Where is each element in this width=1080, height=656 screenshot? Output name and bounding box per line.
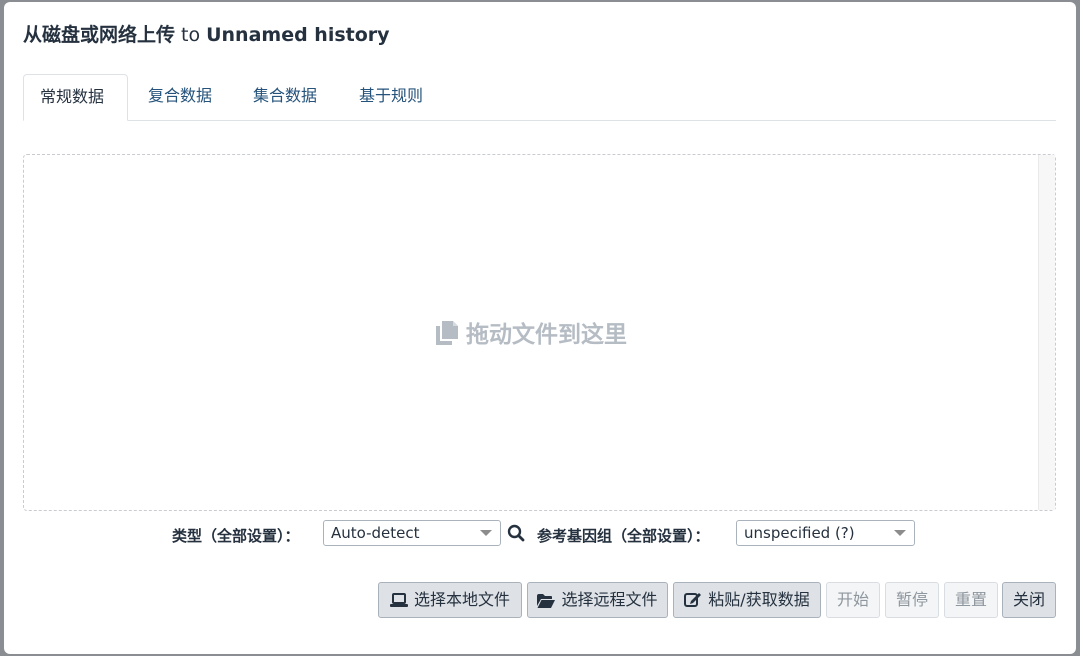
tab-regular[interactable]: 常规数据 — [23, 74, 128, 121]
type-select-value: Auto-detect — [331, 524, 420, 542]
upload-dialog: 从磁盘或网络上传 to Unnamed history 常规数据 复合数据 集合数据… — [4, 2, 1076, 654]
start-button[interactable]: 开始 — [826, 582, 880, 618]
chevron-down-icon — [894, 530, 906, 536]
choose-remote-file-button[interactable]: 选择远程文件 — [527, 582, 668, 618]
tab-collection[interactable]: 集合数据 — [237, 74, 333, 120]
search-icon[interactable] — [507, 524, 525, 542]
close-button[interactable]: 关闭 — [1002, 582, 1056, 618]
dialog-title: 从磁盘或网络上传 to Unnamed history — [23, 20, 390, 47]
folder-open-icon — [537, 594, 556, 608]
tab-rule-based[interactable]: 基于规则 — [343, 74, 439, 120]
genome-select[interactable]: unspecified (?) — [736, 520, 915, 546]
choose-remote-file-label: 选择远程文件 — [561, 590, 658, 609]
drop-zone[interactable]: 拖动文件到这里 — [23, 154, 1056, 511]
pause-button[interactable]: 暂停 — [885, 582, 939, 618]
upload-tabs: 常规数据 复合数据 集合数据 基于规则 — [23, 74, 1056, 121]
drop-zone-hint: 拖动文件到这里 — [24, 315, 1039, 349]
genome-select-value: unspecified (?) — [744, 524, 855, 542]
laptop-icon — [389, 593, 408, 607]
edit-icon — [684, 593, 702, 607]
choose-local-file-button[interactable]: 选择本地文件 — [378, 582, 522, 618]
drop-zone-scrollbar[interactable] — [1038, 155, 1055, 510]
choose-local-file-label: 选择本地文件 — [413, 590, 510, 609]
paste-fetch-button[interactable]: 粘贴/获取数据 — [673, 582, 821, 618]
dialog-title-to: to — [181, 24, 201, 46]
copy-icon — [436, 321, 458, 345]
history-name: Unnamed history — [206, 24, 390, 46]
chevron-down-icon — [480, 530, 492, 536]
reset-button[interactable]: 重置 — [944, 582, 998, 618]
drop-zone-text: 拖动文件到这里 — [466, 322, 627, 348]
type-label: 类型（全部设置）： — [172, 527, 300, 545]
upload-settings-row: 类型（全部设置）： Auto-detect 参考基因组（全部设置）： unspe… — [4, 520, 1076, 548]
tab-composite[interactable]: 复合数据 — [132, 74, 228, 120]
genome-label: 参考基因组（全部设置）： — [537, 527, 710, 545]
dialog-title-prefix: 从磁盘或网络上传 — [23, 24, 176, 46]
paste-fetch-label: 粘贴/获取数据 — [708, 590, 810, 609]
type-select[interactable]: Auto-detect — [323, 520, 501, 546]
